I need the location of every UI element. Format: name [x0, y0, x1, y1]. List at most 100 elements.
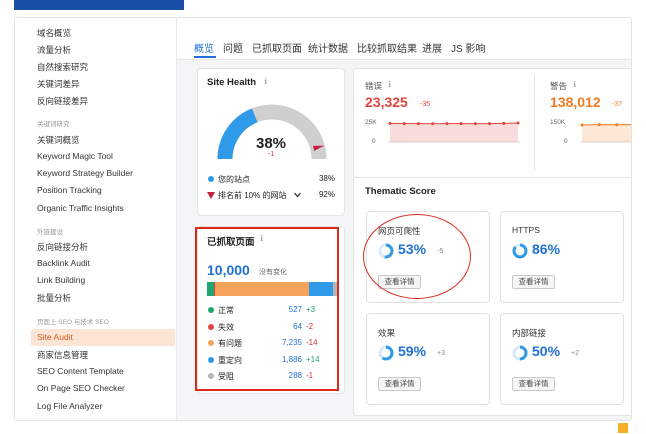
site-health-delta: -1	[268, 151, 275, 158]
sidebar-item-link-building[interactable]: Link Building	[37, 275, 85, 285]
view-details-button[interactable]: 查看详情	[512, 275, 555, 289]
annotation-crawlability-circle	[363, 214, 471, 299]
sidebar-item-backlink-audit[interactable]: Backlink Audit	[37, 258, 90, 268]
your-site-label: 您的站点	[218, 175, 250, 184]
sidebar-item-organic-research[interactable]: 自然搜索研究	[37, 61, 88, 73]
tab-bar: 概览 问题 已抓取页面 统计数据 比较抓取结果 进展 JS 影响	[177, 18, 631, 60]
score-ring-icon	[512, 345, 528, 361]
thematic-card: 效果 59% +3 查看详情	[366, 313, 490, 405]
warnings-axis-bottom: 0	[564, 138, 568, 145]
sidebar-item-organic-traffic-insights[interactable]: Organic Traffic Insights	[37, 203, 124, 213]
errors-axis-top: 25K	[365, 119, 377, 126]
sparkline-point	[459, 122, 463, 126]
sparkline-point	[580, 123, 584, 127]
sidebar-item-seo-content-template[interactable]: SEO Content Template	[37, 366, 124, 376]
sidebar-item-backlink-analytics[interactable]: 反向链接分析	[37, 241, 88, 253]
view-details-button[interactable]: 查看详情	[512, 377, 555, 391]
thematic-card-delta: +3	[437, 350, 445, 357]
sidebar-item-keyword-magic-tool[interactable]: Keyword Magic Tool	[37, 151, 113, 161]
errors-axis-bottom: 0	[372, 138, 376, 145]
sidebar-section-on-page-seo: 页面上 SEO 与技术 SEO	[37, 319, 109, 326]
thematic-score-title: Thematic Score	[365, 186, 436, 197]
thematic-card-delta: +2	[571, 350, 579, 357]
active-tab-indicator	[194, 56, 216, 58]
sparkline-point	[516, 121, 520, 125]
sidebar-item-on-page-seo-checker[interactable]: On Page SEO Checker	[37, 383, 125, 393]
errors-value[interactable]: 23,325	[365, 94, 408, 110]
site-health-card: Site Health ℹ 38% -1 您的站点 38% 排名前 10% 的网…	[197, 68, 345, 216]
top10-label[interactable]: 排名前 10% 的网站	[218, 190, 286, 201]
sparkline-point	[615, 123, 619, 127]
header-accent-bar	[14, 0, 184, 10]
card-divider	[534, 75, 535, 171]
thematic-card: HTTPS 86% 查看详情	[500, 211, 624, 303]
tab-crawled-pages[interactable]: 已抓取页面	[252, 40, 302, 55]
sidebar-item-keyword-strategy-builder[interactable]: Keyword Strategy Builder	[37, 168, 133, 178]
sidebar: 域名概览 流量分析 自然搜索研究 关键词差异 反向链接差异 关键词研究 关键词概…	[15, 18, 177, 420]
sidebar-item-position-tracking[interactable]: Position Tracking	[37, 185, 102, 195]
thematic-card: 内部链接 50% +2 查看详情	[500, 313, 624, 405]
info-icon[interactable]: ℹ	[264, 77, 267, 86]
tab-compare-crawls[interactable]: 比较抓取结果	[357, 40, 417, 55]
site-health-value: 38%	[256, 135, 287, 152]
sidebar-section-link-building: 外链建设	[37, 229, 63, 236]
top10-value: 92%	[318, 190, 335, 199]
sparkline-area	[390, 123, 518, 142]
thematic-card-value[interactable]: 86%	[532, 241, 560, 257]
warnings-delta: -37	[612, 101, 623, 108]
chevron-down-icon[interactable]	[294, 192, 301, 198]
sidebar-item-traffic-analytics[interactable]: 流量分析	[37, 44, 71, 56]
tab-progress[interactable]: 进展	[422, 40, 442, 55]
tab-js-impact[interactable]: JS 影响	[451, 40, 485, 55]
info-icon[interactable]: ℹ	[573, 80, 576, 89]
sparkline-point	[597, 123, 601, 127]
sidebar-item-site-audit[interactable]: Site Audit	[37, 332, 73, 342]
sparkline-area	[582, 124, 631, 142]
sidebar-item-bulk-analysis[interactable]: 批量分析	[37, 292, 71, 304]
sparkline-point	[402, 122, 406, 126]
triangle-down-icon	[207, 192, 215, 199]
warnings-sparkline	[580, 123, 631, 143]
info-icon[interactable]: ℹ	[388, 80, 391, 89]
tab-overview[interactable]: 概览	[194, 40, 214, 55]
gauge-fill	[217, 108, 258, 160]
site-health-title: Site Health	[207, 77, 257, 88]
sidebar-section-keyword-research: 关键词研究	[37, 121, 70, 128]
errors-delta: -35	[420, 101, 431, 108]
sidebar-item-backlink-gap[interactable]: 反向链接差异	[37, 95, 88, 107]
sparkline-point	[388, 121, 392, 125]
score-ring-icon	[378, 345, 394, 361]
issues-summary-card: 错误 ℹ 23,325 -35 25K 0 警告 ℹ 138,012 -37 1…	[353, 68, 631, 178]
warnings-value[interactable]: 138,012	[550, 94, 601, 110]
sparkline-line	[389, 122, 519, 125]
tab-statistics[interactable]: 统计数据	[308, 40, 348, 55]
your-site-value: 38%	[318, 174, 335, 183]
corner-accent	[618, 423, 628, 433]
sparkline-point	[445, 122, 449, 126]
sparkline-point	[473, 122, 477, 126]
tab-issues[interactable]: 问题	[223, 40, 243, 55]
thematic-card-value[interactable]: 59%	[398, 343, 426, 359]
sparkline-point	[431, 122, 435, 126]
sparkline-point	[488, 122, 492, 126]
thematic-card-label: 内部链接	[512, 328, 547, 338]
errors-label: 错误	[365, 81, 383, 91]
sidebar-item-log-file-analyzer[interactable]: Log File Analyzer	[37, 401, 102, 411]
sidebar-item-keyword-gap[interactable]: 关键词差异	[37, 78, 80, 90]
score-ring-icon	[512, 243, 528, 259]
thematic-score-card: Thematic Score 网页可爬性 53% -5 查看详情 HTTPS 8…	[353, 178, 631, 416]
sparkline-point	[416, 122, 420, 126]
annotation-crawled-pages-box	[195, 227, 339, 391]
sidebar-item-keyword-overview[interactable]: 关键词概览	[37, 134, 80, 146]
errors-sparkline	[388, 121, 520, 143]
sidebar-item-domain-overview[interactable]: 域名概览	[37, 27, 71, 39]
warnings-label: 警告	[550, 81, 568, 91]
sparkline-point	[502, 121, 506, 125]
thematic-card-label: HTTPS	[512, 225, 540, 235]
warnings-axis-top: 150K	[550, 119, 566, 126]
your-site-dot-icon	[208, 176, 214, 182]
view-details-button[interactable]: 查看详情	[378, 377, 421, 391]
thematic-card-value[interactable]: 50%	[532, 343, 560, 359]
thematic-card-label: 效果	[378, 328, 396, 338]
sidebar-item-listing-management[interactable]: 商家信息管理	[37, 349, 88, 361]
